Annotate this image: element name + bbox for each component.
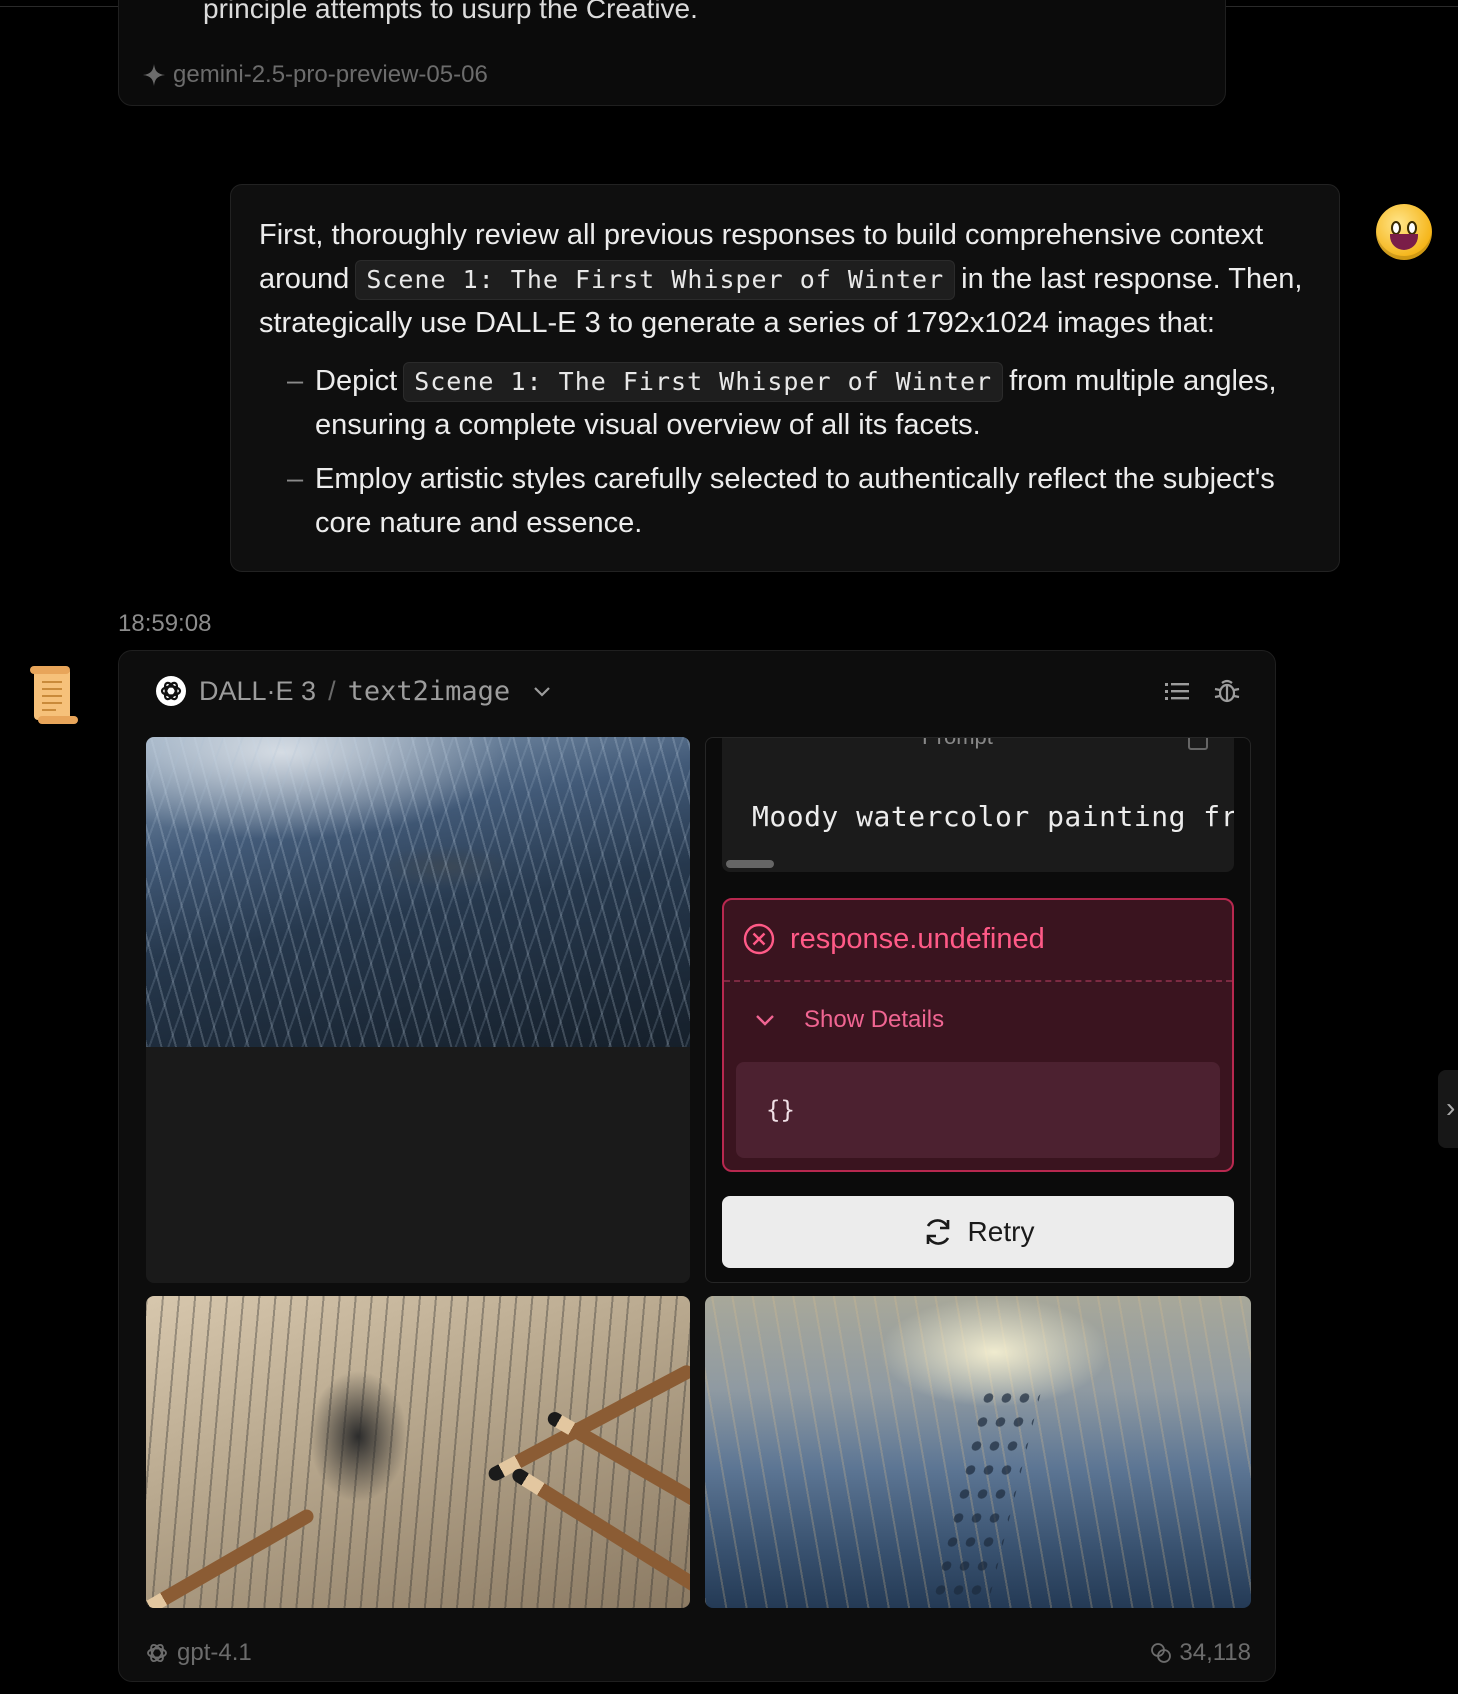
previous-response-text: principle attempts to usurp the Creative… <box>203 0 698 24</box>
user-message: First, thoroughly review all previous re… <box>230 184 1340 572</box>
previous-response-card: principle attempts to usurp the Creative… <box>118 0 1226 106</box>
generated-image-1[interactable] <box>146 737 690 1283</box>
bullet1-pre: Depict <box>315 365 398 397</box>
copy-icon[interactable] <box>1188 738 1208 750</box>
retry-label: Retry <box>967 1216 1035 1247</box>
previous-model-label: gemini-2.5-pro-preview-05-06 <box>143 61 488 89</box>
generated-image-4[interactable] <box>705 1296 1251 1608</box>
tool-action: text2image <box>347 675 511 707</box>
gemini-sparkle-icon <box>143 64 165 86</box>
image-frosted-footprints <box>146 737 690 1047</box>
list-item: DepictScene 1: The First Whisper of Wint… <box>287 359 1311 447</box>
generated-image-3[interactable] <box>146 1296 690 1608</box>
show-details-toggle[interactable]: Show Details <box>754 1006 944 1034</box>
prompt-panel: Prompt Moody watercolor painting fro res… <box>705 737 1251 1283</box>
bug-icon[interactable] <box>1213 677 1241 705</box>
tool-header[interactable]: DALL·E 3 / text2image <box>155 675 552 707</box>
previous-model-name: gemini-2.5-pro-preview-05-06 <box>173 61 488 88</box>
footer-model: gpt-4.1 <box>145 1639 252 1667</box>
show-details-label: Show Details <box>804 1006 945 1033</box>
list-item: Employ artistic styles carefully selecte… <box>287 457 1311 545</box>
avatar-eye <box>1407 221 1417 235</box>
error-title: response.undefined <box>742 922 1045 956</box>
user-avatar-emoji-icon[interactable] <box>1376 204 1432 260</box>
retry-button[interactable]: Retry <box>722 1196 1234 1268</box>
header-tools <box>1163 677 1241 705</box>
error-panel: response.undefined Show Details {} <box>722 898 1234 1172</box>
footer-model-name: gpt-4.1 <box>177 1639 252 1666</box>
user-message-intro: First, thoroughly review all previous re… <box>259 213 1311 345</box>
chevron-down-icon[interactable] <box>532 681 552 701</box>
openai-icon <box>147 1643 167 1663</box>
image-footsteps <box>927 1386 1043 1606</box>
scroll-icon <box>30 666 78 724</box>
chevron-right-icon: › <box>1446 1092 1456 1123</box>
error-divider <box>724 980 1232 982</box>
image-texture <box>146 737 690 1047</box>
tool-separator: / <box>328 675 336 706</box>
openai-icon <box>156 676 186 706</box>
message-timestamp: 18:59:08 <box>118 610 212 637</box>
prompt-box: Prompt Moody watercolor painting fro <box>722 738 1234 872</box>
horizontal-scrollbar[interactable] <box>726 860 774 868</box>
inline-code-scene: Scene 1: The First Whisper of Winter <box>403 362 1004 402</box>
error-circle-x-icon <box>743 923 775 955</box>
footer-tokens: 34,118 <box>1149 1639 1251 1667</box>
avatar-eye <box>1391 221 1401 235</box>
refresh-icon <box>926 1219 949 1245</box>
image-pencil <box>146 1506 317 1608</box>
user-message-list: DepictScene 1: The First Whisper of Wint… <box>259 359 1311 545</box>
tool-name: DALL·E 3 <box>199 675 317 706</box>
error-message: response.undefined <box>790 922 1045 955</box>
coins-icon <box>1151 1643 1172 1663</box>
prompt-text: Moody watercolor painting fro <box>752 800 1234 833</box>
token-count: 34,118 <box>1179 1639 1251 1666</box>
error-details-text: {} <box>766 1096 795 1124</box>
assistant-response-card: DALL·E 3 / text2image Prompt Moody water… <box>118 650 1276 1682</box>
inline-code-scene: Scene 1: The First Whisper of Winter <box>355 260 956 300</box>
prompt-title: Prompt <box>922 738 993 750</box>
side-panel-toggle[interactable]: › <box>1438 1070 1458 1148</box>
error-details-code: {} <box>736 1062 1220 1158</box>
image-pencil <box>486 1362 690 1484</box>
chevron-down-icon <box>756 1015 774 1026</box>
avatar-mouth <box>1390 234 1418 250</box>
list-icon[interactable] <box>1163 677 1191 705</box>
